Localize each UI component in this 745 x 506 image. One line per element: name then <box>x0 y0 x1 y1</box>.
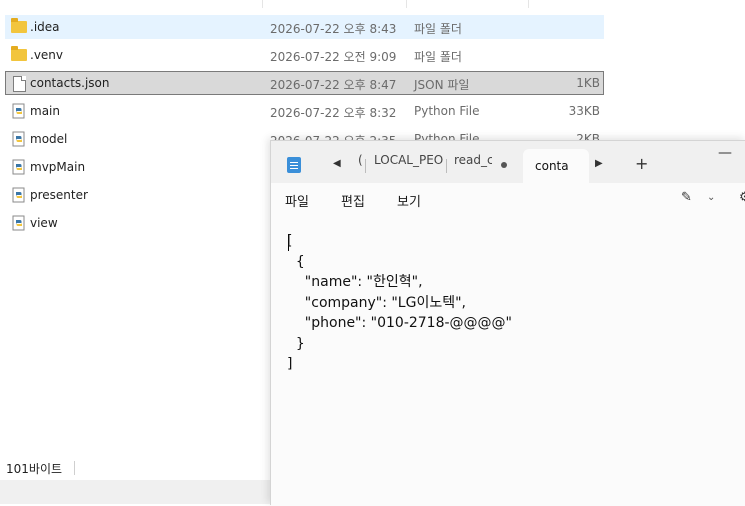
python-file-icon <box>11 187 27 203</box>
tab-divider <box>446 159 447 173</box>
notepad-icon <box>287 157 301 173</box>
unsaved-dot-icon <box>501 162 507 168</box>
file-type: JSON 파일 <box>414 78 470 92</box>
tab-label: LOCAL_PEOF <box>374 153 444 167</box>
tab-label: ( <box>358 153 363 167</box>
file-date: 2026-07-22 오후 8:47 <box>270 78 397 92</box>
column-header[interactable] <box>0 0 606 8</box>
tab-local-people[interactable]: LOCAL_PEOF <box>374 153 444 183</box>
file-date: 2026-07-22 오후 8:32 <box>270 106 397 120</box>
document-icon <box>11 75 27 92</box>
folder-icon <box>11 46 27 63</box>
file-date: 2026-07-22 오전 9:09 <box>270 50 397 64</box>
file-size: 1KB <box>576 76 600 90</box>
python-file-icon <box>11 131 27 147</box>
menu-file[interactable]: 파일 <box>285 191 309 210</box>
tab-contacts-active[interactable]: conta <box>523 149 589 183</box>
file-row-contacts-json[interactable]: contacts.json 2026-07-22 오후 8:47 JSON 파일… <box>5 71 604 95</box>
file-name: .venv <box>30 48 64 62</box>
plus-icon[interactable]: + <box>635 154 648 173</box>
file-name: .idea <box>30 20 60 34</box>
tab-scroll-left-icon[interactable]: ◀ <box>333 158 341 169</box>
file-name: mvpMain <box>30 160 86 174</box>
menu-bar: 파일 편집 보기 ✎ ⌄ ⚙ <box>271 183 745 215</box>
file-name: main <box>30 104 60 118</box>
edit-icon[interactable]: ✎ <box>681 190 692 205</box>
chevron-down-icon[interactable]: ⌄ <box>707 192 715 203</box>
desktop-background <box>0 480 270 504</box>
file-row-idea[interactable]: .idea 2026-07-22 오후 8:43 파일 폴더 <box>5 15 604 39</box>
notepad-window[interactable]: ◀ ( LOCAL_PEOF read_c conta ▶ + — 파일 편집 … <box>270 140 745 506</box>
tab-label: conta <box>535 159 569 173</box>
title-bar[interactable]: ◀ ( LOCAL_PEOF read_c conta ▶ + — <box>271 141 745 183</box>
file-row-main[interactable]: main 2026-07-22 오후 8:32 Python File 33KB <box>5 99 604 123</box>
minimize-icon[interactable]: — <box>718 145 732 161</box>
tab-scroll-right-icon[interactable]: ▶ <box>595 158 603 169</box>
file-row-venv[interactable]: .venv 2026-07-22 오전 9:09 파일 폴더 <box>5 43 604 67</box>
file-size: 33KB <box>568 104 600 118</box>
menu-view[interactable]: 보기 <box>397 191 421 210</box>
column-separator[interactable] <box>262 0 263 8</box>
folder-icon <box>11 18 27 35</box>
menu-edit[interactable]: 편집 <box>341 191 365 210</box>
file-type: Python File <box>414 104 480 118</box>
tab-label: read_c <box>454 153 492 167</box>
settings-partial-icon[interactable]: ⚙ <box>739 190 745 205</box>
file-name: contacts.json <box>30 76 110 90</box>
file-date: 2026-07-22 오후 8:43 <box>270 22 397 36</box>
status-bar: 101바이트 <box>0 456 270 480</box>
column-separator[interactable] <box>406 0 407 8</box>
file-type: 파일 폴더 <box>414 50 462 64</box>
column-separator[interactable] <box>528 0 529 8</box>
tab-read-c[interactable]: read_c <box>454 153 492 183</box>
file-name: model <box>30 132 68 146</box>
file-name: presenter <box>30 188 88 202</box>
file-type: 파일 폴더 <box>414 22 462 36</box>
python-file-icon <box>11 103 27 119</box>
tab-divider <box>365 159 366 173</box>
text-editor[interactable]: [ { "name": "한인혁", "company": "LG이노텍", "… <box>271 215 745 506</box>
file-name: view <box>30 216 58 230</box>
python-file-icon <box>11 159 27 175</box>
editor-content[interactable]: [ { "name": "한인혁", "company": "LG이노텍", "… <box>287 231 512 375</box>
status-separator <box>74 461 75 475</box>
status-text: 101바이트 <box>6 462 63 476</box>
python-file-icon <box>11 215 27 231</box>
